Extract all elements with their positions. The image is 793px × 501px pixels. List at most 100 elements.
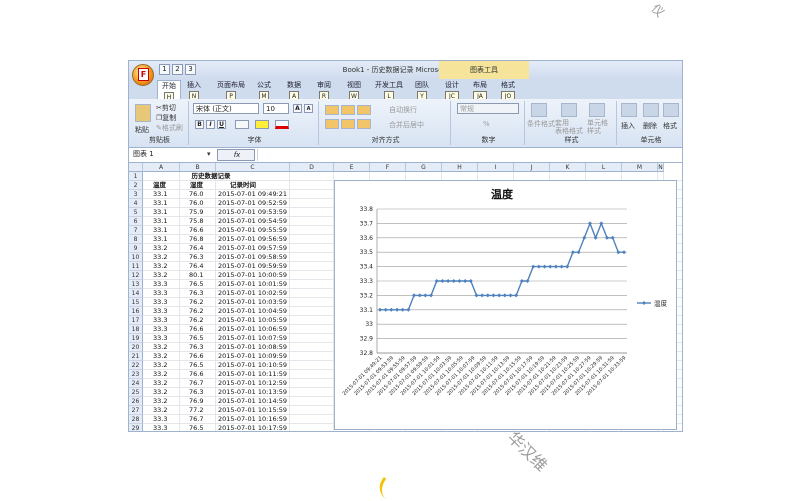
row-header[interactable]: 25 [129, 388, 143, 397]
cell[interactable]: 33.3 [153, 298, 183, 307]
cell[interactable]: 33.1 [153, 190, 183, 199]
cell[interactable]: 75.8 [189, 217, 219, 226]
row-header[interactable]: 15 [129, 298, 143, 307]
cell[interactable]: 历史数据记录 [174, 172, 248, 181]
cell[interactable]: 33.3 [153, 325, 183, 334]
table-format-button[interactable]: 套用 表格格式 [555, 119, 583, 135]
italic-button[interactable]: I [206, 120, 215, 129]
cell[interactable]: 记录时间 [230, 181, 280, 190]
cell[interactable]: 76.6 [189, 370, 219, 379]
cell[interactable]: 80.1 [189, 271, 219, 280]
name-box-dropdown-icon[interactable]: ▾ [207, 150, 211, 158]
borders-icon[interactable] [235, 120, 249, 129]
row-header[interactable]: 9 [129, 244, 143, 253]
cell[interactable]: 2015-07-01 10:12:59 [218, 379, 298, 388]
align-center-icon[interactable] [341, 119, 355, 129]
cell[interactable]: 2015-07-01 09:59:59 [218, 262, 298, 271]
cell[interactable]: 76.3 [189, 388, 219, 397]
cell[interactable]: 76.0 [189, 199, 219, 208]
cell[interactable]: 2015-07-01 10:14:59 [218, 397, 298, 406]
cell[interactable]: 76.6 [189, 352, 219, 361]
cell[interactable]: 77.2 [189, 406, 219, 415]
cell[interactable]: 76.0 [189, 190, 219, 199]
cell[interactable]: 75.9 [189, 208, 219, 217]
cell-style-button[interactable]: 单元格 样式 [587, 119, 608, 135]
cell[interactable]: 33.2 [153, 253, 183, 262]
row-header[interactable]: 23 [129, 370, 143, 379]
table-format-icon[interactable] [561, 103, 577, 117]
paste-button[interactable]: 粘贴 [135, 125, 149, 135]
cell[interactable]: 76.4 [189, 244, 219, 253]
row-header[interactable]: 1 [129, 172, 143, 181]
cell[interactable]: 33.1 [153, 199, 183, 208]
row-header[interactable]: 24 [129, 379, 143, 388]
format-painter-button[interactable]: ✎格式刷 [156, 123, 183, 133]
row-header[interactable]: 6 [129, 217, 143, 226]
row-header[interactable]: 28 [129, 415, 143, 424]
cell[interactable]: 33.2 [153, 352, 183, 361]
cell-style-icon[interactable] [589, 103, 605, 117]
cell[interactable]: 33.3 [153, 424, 183, 431]
cell[interactable]: 76.7 [189, 379, 219, 388]
column-header[interactable]: G [406, 163, 442, 172]
cell[interactable]: 33.2 [153, 343, 183, 352]
cell[interactable]: 2015-07-01 09:57:59 [218, 244, 298, 253]
cell[interactable]: 2015-07-01 09:49:21 [218, 190, 298, 199]
row-header[interactable]: 13 [129, 280, 143, 289]
conditional-format-button[interactable]: 条件格式 [527, 119, 555, 129]
cell[interactable]: 33.2 [153, 262, 183, 271]
cell[interactable]: 2015-07-01 10:04:59 [218, 307, 298, 316]
row-header[interactable]: 8 [129, 235, 143, 244]
cell[interactable]: 2015-07-01 10:11:59 [218, 370, 298, 379]
cell[interactable]: 2015-07-01 10:09:59 [218, 352, 298, 361]
shrink-font-button[interactable]: A [304, 104, 313, 113]
copy-button[interactable]: ❐复制 [156, 113, 176, 123]
insert-function-button[interactable]: fx [217, 149, 255, 161]
cell[interactable]: 76.2 [189, 307, 219, 316]
column-header[interactable]: C [216, 163, 290, 172]
cell[interactable]: 2015-07-01 10:08:59 [218, 343, 298, 352]
row-header[interactable]: 11 [129, 262, 143, 271]
tab-11[interactable]: 格式 JO [501, 80, 515, 100]
column-header[interactable]: N [658, 163, 664, 172]
cell[interactable]: 76.4 [189, 262, 219, 271]
cell[interactable]: 76.6 [189, 325, 219, 334]
conditional-format-icon[interactable] [531, 103, 547, 117]
cell[interactable]: 2015-07-01 10:06:59 [218, 325, 298, 334]
worksheet[interactable]: 温度 32.8 32.9 33 33.1 33.2 33.3 33.4 33.5 33.6 33.7… [129, 163, 682, 431]
tab-10[interactable]: 布局 JA [473, 80, 487, 100]
name-box[interactable]: 图表 1 [131, 149, 213, 161]
cell[interactable]: 33.1 [153, 226, 183, 235]
cell[interactable]: 76.3 [189, 343, 219, 352]
cell[interactable]: 2015-07-01 10:10:59 [218, 361, 298, 370]
font-color-icon[interactable] [275, 120, 289, 129]
cell[interactable]: 76.9 [189, 397, 219, 406]
tab-1[interactable]: 插入 N [187, 80, 201, 100]
align-left-icon[interactable] [325, 119, 339, 129]
format-cells-icon[interactable] [663, 103, 679, 117]
align-right-icon[interactable] [357, 119, 371, 129]
cell[interactable]: 33.2 [153, 397, 183, 406]
cell[interactable]: 2015-07-01 10:01:59 [218, 280, 298, 289]
column-header[interactable]: A [143, 163, 180, 172]
cell[interactable]: 33.2 [153, 361, 183, 370]
cell[interactable]: 76.7 [189, 415, 219, 424]
cell[interactable]: 2015-07-01 09:52:59 [218, 199, 298, 208]
cell[interactable]: 33.2 [153, 271, 183, 280]
align-middle-icon[interactable] [341, 105, 355, 115]
column-header[interactable]: K [550, 163, 586, 172]
select-all-corner[interactable] [129, 163, 143, 172]
row-header[interactable]: 14 [129, 289, 143, 298]
cell[interactable]: 33.3 [153, 415, 183, 424]
insert-cells-button[interactable]: 插入 [621, 121, 635, 131]
bold-button[interactable]: B [195, 120, 204, 129]
office-button[interactable]: F [132, 64, 154, 86]
cell[interactable]: 33.1 [153, 235, 183, 244]
row-header[interactable]: 3 [129, 190, 143, 199]
number-format-select[interactable]: 常规 [457, 103, 519, 114]
cell[interactable]: 76.5 [189, 334, 219, 343]
tab-9[interactable]: 设计 JC [445, 80, 459, 100]
cell[interactable]: 2015-07-01 10:16:59 [218, 415, 298, 424]
column-header[interactable]: M [622, 163, 658, 172]
row-header[interactable]: 18 [129, 325, 143, 334]
